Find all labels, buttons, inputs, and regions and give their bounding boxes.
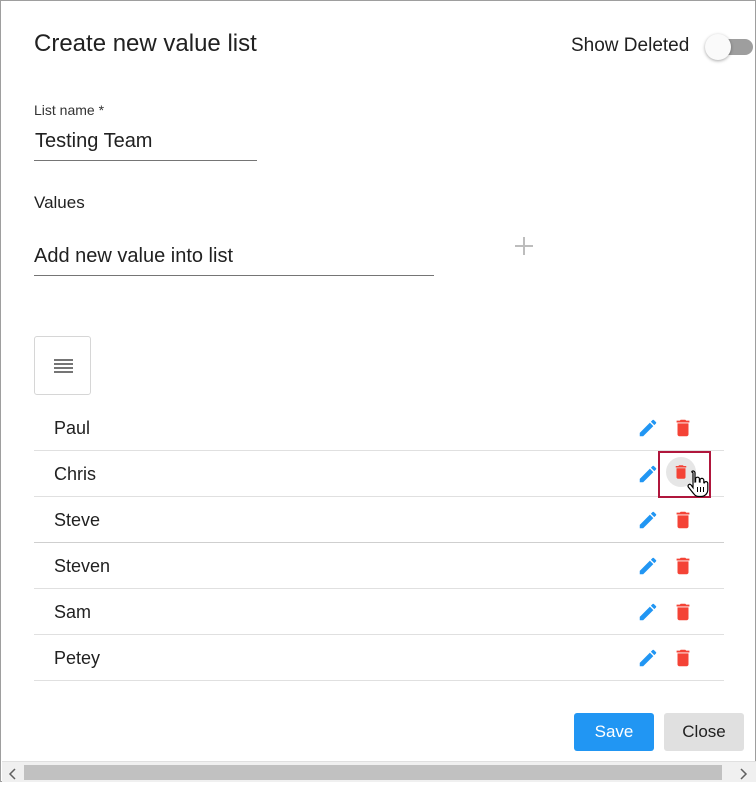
show-deleted-toggle[interactable] (705, 34, 731, 60)
list-item-label: Chris (54, 464, 97, 484)
value-list: Paul Chris Steve Steven Sam Petey (34, 405, 724, 681)
list-name-input[interactable] (34, 123, 257, 161)
list-item: Sam (34, 589, 724, 635)
list-item-label: Paul (54, 418, 91, 438)
scroll-left-icon[interactable] (8, 767, 18, 780)
list-item-label: Steven (54, 556, 111, 576)
trash-icon[interactable] (672, 509, 694, 531)
pencil-icon[interactable] (637, 555, 659, 577)
scrollbar-thumb[interactable] (24, 765, 722, 780)
trash-icon[interactable] (672, 647, 694, 669)
trash-icon[interactable] (672, 555, 694, 577)
show-deleted-label: Show Deleted (571, 35, 690, 56)
trash-icon[interactable] (672, 601, 694, 623)
list-item: Paul (34, 405, 724, 451)
pencil-icon[interactable] (637, 509, 659, 531)
horizontal-scrollbar[interactable] (2, 761, 756, 782)
pencil-icon[interactable] (637, 601, 659, 623)
list-item: Steve (34, 497, 724, 543)
list-item: Chris (34, 451, 724, 497)
pencil-icon[interactable] (637, 647, 659, 669)
sort-button[interactable] (34, 336, 91, 395)
close-button[interactable]: Close (664, 713, 744, 751)
values-label: Values (34, 193, 85, 212)
pencil-icon[interactable] (637, 417, 659, 439)
plus-icon[interactable] (511, 233, 537, 259)
create-value-list-dialog: Create new value list Show Deleted List … (0, 0, 756, 782)
list-item: Steven (34, 543, 724, 589)
list-item-label: Sam (54, 602, 92, 622)
trash-icon[interactable] (672, 417, 694, 439)
reorder-icon (54, 359, 73, 373)
dialog-title: Create new value list (34, 30, 257, 57)
list-item: Petey (34, 635, 724, 681)
hand-pointer-icon (687, 469, 709, 498)
new-value-input[interactable] (34, 238, 434, 276)
scroll-right-icon[interactable] (738, 767, 748, 780)
save-button[interactable]: Save (574, 713, 654, 751)
pencil-icon[interactable] (637, 463, 659, 485)
list-item-label: Petey (54, 648, 101, 668)
list-name-label: List name * (34, 102, 105, 118)
show-deleted-control: Show Deleted (571, 34, 753, 60)
list-item-label: Steve (54, 510, 101, 530)
